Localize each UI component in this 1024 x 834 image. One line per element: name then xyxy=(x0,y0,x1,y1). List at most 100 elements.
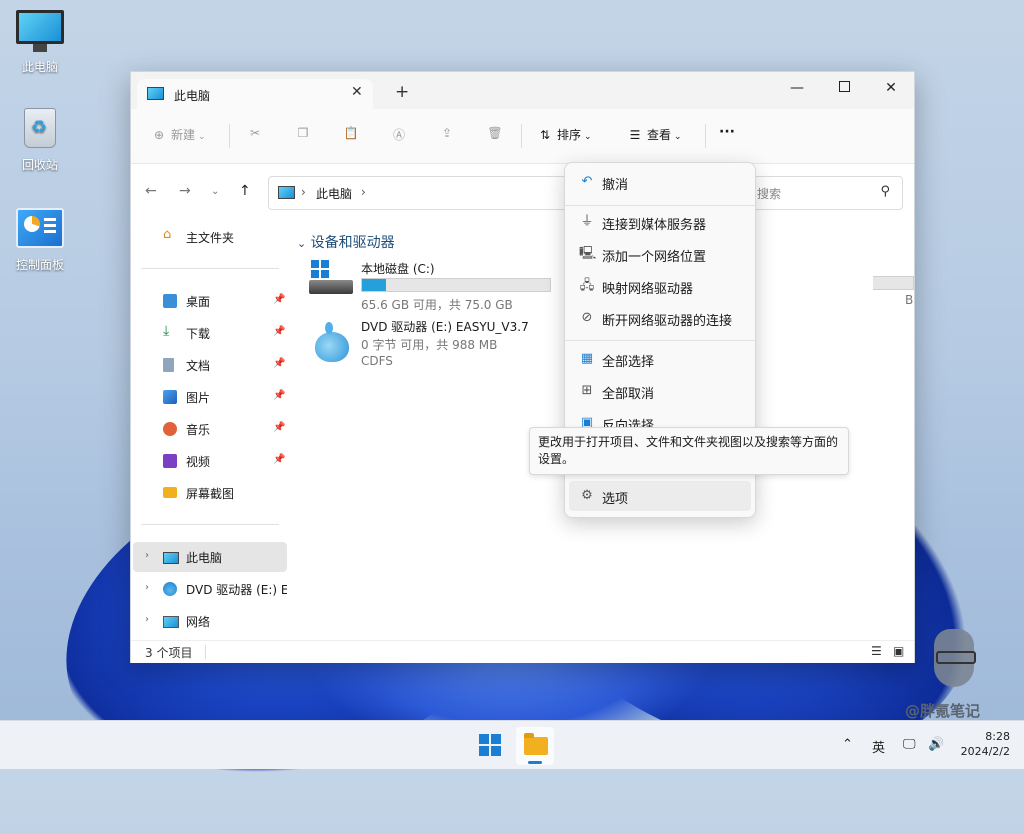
divider xyxy=(141,268,279,269)
new-tab-button[interactable]: + xyxy=(395,84,409,101)
menu-item-add-network-location[interactable]: 🖳 添加一个网络位置 xyxy=(569,239,751,269)
sidebar-item-screenshots[interactable]: 屏幕截图 xyxy=(133,478,287,508)
group-header[interactable]: ⌄ 设备和驱动器 xyxy=(297,232,395,252)
sidebar-item-pictures[interactable]: 图片 📌 xyxy=(133,382,287,412)
menu-item-select-all[interactable]: ▦ 全部选择 xyxy=(569,344,751,374)
search-icon: ⚲ xyxy=(880,184,890,199)
sidebar-item-downloads[interactable]: ⤓ 下载 📌 xyxy=(133,318,287,348)
title-bar: 此电脑 ✕ + — ✕ xyxy=(131,72,914,109)
new-button[interactable]: ⊕ 新建 ⌄ xyxy=(151,126,206,146)
chevron-down-icon: ⌄ xyxy=(674,132,682,142)
pin-icon[interactable]: 📌 xyxy=(273,390,285,401)
more-options-button[interactable]: ··· xyxy=(719,124,735,144)
address-bar[interactable]: › 此电脑 › xyxy=(268,176,570,210)
desktop-icon-label: 此电脑 xyxy=(21,60,58,74)
menu-item-map-drive[interactable]: 🖧 映射网络驱动器 xyxy=(569,271,751,301)
close-tab-icon[interactable]: ✕ xyxy=(351,84,363,100)
copy-button[interactable]: ❐ xyxy=(295,126,315,146)
chevron-right-icon[interactable]: › xyxy=(145,582,149,593)
drive-item-c[interactable]: 本地磁盘 (C:) 65.6 GB 可用，共 75.0 GB xyxy=(309,260,551,316)
hard-drive-icon xyxy=(309,260,353,296)
desktop-control-panel[interactable]: 控制面板 xyxy=(8,208,72,273)
rename-button[interactable]: Ⓐ xyxy=(391,126,411,146)
chevron-right-icon[interactable]: › xyxy=(145,550,149,561)
tiles-view-icon[interactable]: ▣ xyxy=(893,644,907,658)
pin-icon[interactable]: 📌 xyxy=(273,326,285,337)
address-row: ← → ⌄ ↑ › 此电脑 › 中搜索 ⚲ xyxy=(131,164,914,220)
sidebar-item-music[interactable]: 音乐 📌 xyxy=(133,414,287,444)
menu-item-options[interactable]: ⚙ 选项 xyxy=(569,481,751,511)
sidebar-item-desktop[interactable]: 桌面 📌 xyxy=(133,286,287,316)
menu-item-label: 添加一个网络位置 xyxy=(602,250,707,265)
breadcrumb[interactable]: 此电脑 xyxy=(316,185,352,202)
clock-date: 2024/2/2 xyxy=(960,745,1010,758)
network-status-icon[interactable]: 🖵 xyxy=(903,737,916,752)
select-all-icon: ▦ xyxy=(580,351,594,366)
chevron-right-icon[interactable]: › xyxy=(145,614,149,625)
cut-button[interactable]: ✂ xyxy=(247,126,267,146)
minimize-button[interactable]: — xyxy=(774,74,820,102)
pin-icon[interactable]: 📌 xyxy=(273,358,285,369)
menu-item-undo[interactable]: ↶ 撤消 xyxy=(569,167,751,197)
close-window-button[interactable]: ✕ xyxy=(868,74,914,102)
taskbar-file-explorer[interactable] xyxy=(516,727,554,765)
disconnect-drive-icon: ⊘ xyxy=(581,310,593,325)
pin-icon[interactable]: 📌 xyxy=(273,422,285,433)
sidebar-item-documents[interactable]: 文档 📌 xyxy=(133,350,287,380)
sidebar-item-network[interactable]: › 网络 xyxy=(133,606,287,636)
chevron-up-icon[interactable]: ⌃ xyxy=(842,737,853,752)
computer-icon xyxy=(147,87,164,100)
sidebar-item-dvd-drive[interactable]: › DVD 驱动器 (E:) EA xyxy=(133,574,287,604)
divider xyxy=(565,340,755,341)
input-method-indicator[interactable]: 英 xyxy=(872,737,885,756)
recycle-bin-icon xyxy=(16,108,64,152)
gear-icon: ⚙ xyxy=(581,488,593,503)
sidebar-item-home[interactable]: ⌂ 主文件夹 xyxy=(133,222,287,252)
hidden-drive-meta: B xyxy=(905,293,914,307)
sidebar-item-label: 网络 xyxy=(186,615,211,629)
recent-locations-icon[interactable]: ⌄ xyxy=(211,186,219,197)
computer-icon xyxy=(16,10,64,54)
details-view-icon[interactable]: ☰ xyxy=(871,644,885,658)
pin-icon[interactable]: 📌 xyxy=(273,294,285,305)
delete-button[interactable]: 🗑 xyxy=(487,126,507,146)
navigation-pane: ⌂ 主文件夹 桌面 📌 ⤓ 下载 📌 文档 📌 图片 📌 音乐 📌 视频 📌 屏… xyxy=(131,220,288,640)
group-title: 设备和驱动器 xyxy=(310,235,395,251)
share-button[interactable]: ⇪ xyxy=(439,126,459,146)
tab-this-pc[interactable]: 此电脑 ✕ xyxy=(137,79,373,109)
paste-button[interactable]: 📋 xyxy=(343,126,363,146)
sort-button[interactable]: ⇅ 排序 ⌄ xyxy=(537,126,592,146)
drive-item-dvd[interactable]: DVD 驱动器 (E:) EASYU_V3.7 0 字节 可用，共 988 MB… xyxy=(309,318,549,374)
new-label: 新建 xyxy=(171,128,196,142)
rename-icon: Ⓐ xyxy=(392,128,405,142)
divider xyxy=(141,524,279,525)
desktop-this-pc[interactable]: 此电脑 xyxy=(8,10,72,75)
forward-arrow-icon[interactable]: → xyxy=(179,183,191,199)
menu-item-disconnect-drive[interactable]: ⊘ 断开网络驱动器的连接 xyxy=(569,303,751,333)
sidebar-item-this-pc[interactable]: › 此电脑 xyxy=(133,542,287,572)
music-icon xyxy=(163,422,177,436)
menu-item-label: 断开网络驱动器的连接 xyxy=(602,314,733,329)
paste-icon: 📋 xyxy=(343,126,359,140)
sidebar-item-videos[interactable]: 视频 📌 xyxy=(133,446,287,476)
menu-item-media-server[interactable]: ⏚ 连接到媒体服务器 xyxy=(569,207,751,237)
volume-icon[interactable]: 🔊 xyxy=(928,737,944,752)
start-button[interactable] xyxy=(479,734,501,756)
back-arrow-icon[interactable]: ← xyxy=(145,183,157,199)
desktop-recycle-bin[interactable]: 回收站 xyxy=(8,108,72,173)
view-button[interactable]: ☰ 查看 ⌄ xyxy=(627,126,682,146)
menu-item-select-none[interactable]: ⊞ 全部取消 xyxy=(569,376,751,406)
pin-icon[interactable]: 📌 xyxy=(273,454,285,465)
share-icon: ⇪ xyxy=(441,126,453,140)
sidebar-item-label: 下载 xyxy=(186,327,211,341)
options-tooltip: 更改用于打开项目、文件和文件夹视图以及搜索等方面的设置。 xyxy=(529,427,849,475)
drive-usage-bar xyxy=(361,278,551,292)
sidebar-item-label: 音乐 xyxy=(186,423,211,437)
breadcrumb-separator-icon: › xyxy=(301,185,306,199)
maximize-button[interactable] xyxy=(821,74,867,102)
up-arrow-icon[interactable]: ↑ xyxy=(239,183,251,199)
desktop-icon-label: 回收站 xyxy=(21,158,58,172)
running-indicator xyxy=(528,761,542,764)
clock[interactable]: 8:28 2024/2/2 xyxy=(954,729,1010,759)
drive-free-space: 0 字节 可用，共 988 MB xyxy=(361,338,498,352)
